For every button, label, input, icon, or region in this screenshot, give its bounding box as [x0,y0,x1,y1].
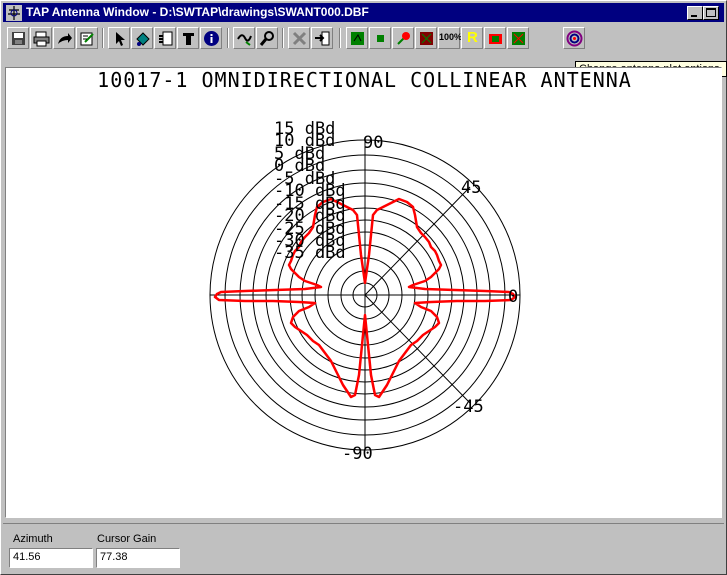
exit-button[interactable] [311,27,333,49]
plot-green-icon [351,32,364,45]
edit-notes-icon [80,32,94,46]
azimuth-label: Azimuth [13,533,53,545]
paint-icon [136,32,150,46]
measure-button[interactable] [233,27,255,49]
delete-icon [292,31,307,46]
plot-red-icon [420,32,433,45]
percent-icon: 100% [439,32,463,42]
export-arrow-button[interactable] [53,27,75,49]
save-button[interactable] [7,27,29,49]
measure-icon [237,34,252,46]
rotate-icon: R [467,29,478,46]
plot-grid-button[interactable] [507,27,529,49]
window-title: TAP Antenna Window - D:\SWTAP\drawings\S… [26,5,369,19]
plot-green-button[interactable] [346,27,368,49]
print-button[interactable] [30,27,52,49]
info-icon [204,31,219,46]
zoom-button[interactable] [256,27,278,49]
pointer-button[interactable] [108,27,130,49]
text-tool-icon [183,33,194,45]
pattern-red-icon [397,32,410,45]
minimize-button[interactable] [687,6,703,20]
edit-notes-button[interactable] [76,27,98,49]
angle-label-upper-right: 45 [461,178,481,198]
toolbar-separator [227,28,229,48]
app-icon[interactable] [6,5,22,21]
angle-label-lower-right: -45 [453,397,484,417]
angle-label-right: 0 [508,287,518,307]
delete-button[interactable] [288,27,310,49]
plot-red-button[interactable] [415,27,437,49]
radial-line-minus45 [364,294,471,404]
plot-options-icon [566,30,583,47]
antenna-window: TAP Antenna Window - D:\SWTAP\drawings\S… [0,0,727,575]
angle-label-top: 90 [363,133,383,153]
plot-small-icon [377,35,384,42]
antenna-plot-area[interactable]: 10017-1 OMNIDIRECTIONAL COLLINEAR ANTENN… [5,67,722,518]
plot-small-button[interactable] [369,27,391,49]
maximize-button[interactable] [703,6,719,20]
azimuth-field[interactable]: 41.56 [9,548,93,568]
plot-options-button[interactable] [563,27,585,49]
polar-plot[interactable]: 15 dBd10 dBd5 dBd0 dBd-5 dBd-10 dBd-15 d… [6,68,722,518]
zoom-icon [259,31,274,46]
status-bar: Azimuth 41.56 Cursor Gain 77.38 [3,523,724,573]
scale-icon [489,34,502,44]
cursor-gain-field[interactable]: 77.38 [96,548,180,568]
paint-button[interactable] [131,27,153,49]
rotate-button[interactable]: R [461,27,483,49]
export-arrow-icon [58,33,72,44]
title-bar[interactable]: TAP Antenna Window - D:\SWTAP\drawings\S… [3,3,724,22]
scale-button[interactable] [484,27,506,49]
pointer-icon [116,32,125,46]
toolbar-separator [102,28,104,48]
info-button[interactable] [200,27,222,49]
document-button[interactable] [154,27,176,49]
ring-label: -35 dBd [274,243,346,263]
save-icon [12,32,25,45]
exit-icon [315,31,330,46]
plot-grid-icon [512,32,525,45]
text-tool-button[interactable] [177,27,199,49]
cursor-gain-label: Cursor Gain [97,533,157,545]
percent-button[interactable]: 100% [438,27,463,49]
toolbar-separator [339,28,341,48]
radial-line-45 [364,186,471,296]
toolbar-separator [282,28,284,48]
angle-label-bottom: -90 [342,444,373,464]
toolbar: 100% R [3,24,724,52]
pattern-red-button[interactable] [392,27,414,49]
print-icon [33,31,50,47]
document-icon [159,31,173,46]
